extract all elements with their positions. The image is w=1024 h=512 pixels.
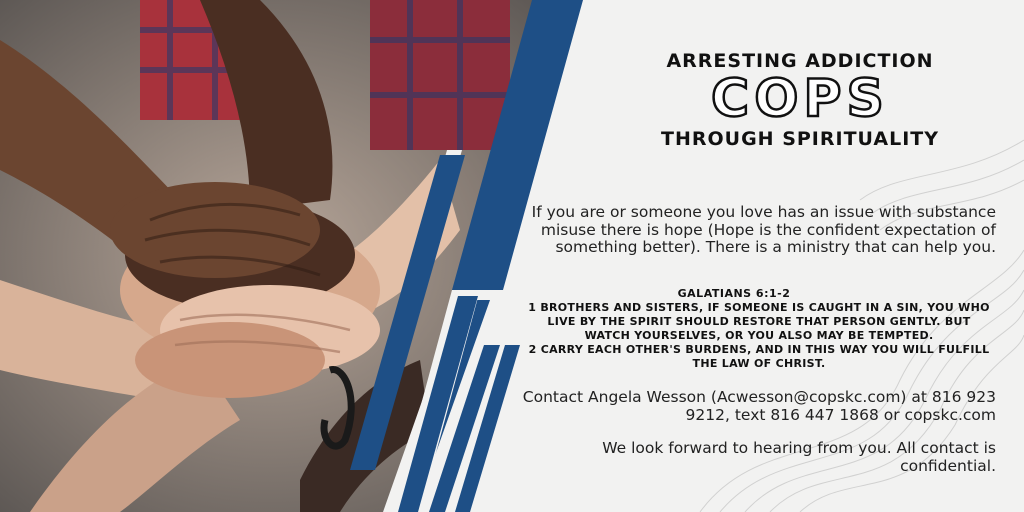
header-line-3: THROUGH SPIRITUALITY — [661, 128, 939, 150]
contact-info: Contact Angela Wesson (Acwesson@copskc.c… — [522, 388, 996, 424]
brand-logo-text: COPS — [710, 68, 889, 131]
flyer: ARRESTING ADDICTION COPS THROUGH SPIRITU… — [0, 0, 1024, 512]
verse-reference: GALATIANS 6:1-2 — [677, 287, 791, 300]
verse-1: 1 Brothers and sisters, if someone is ca… — [528, 301, 990, 342]
intro-paragraph: If you are or someone you love has an is… — [531, 203, 996, 256]
closing-message: We look forward to hearing from you. All… — [602, 439, 996, 475]
verse-2: 2 Carry each other's burdens, and in thi… — [528, 343, 990, 370]
